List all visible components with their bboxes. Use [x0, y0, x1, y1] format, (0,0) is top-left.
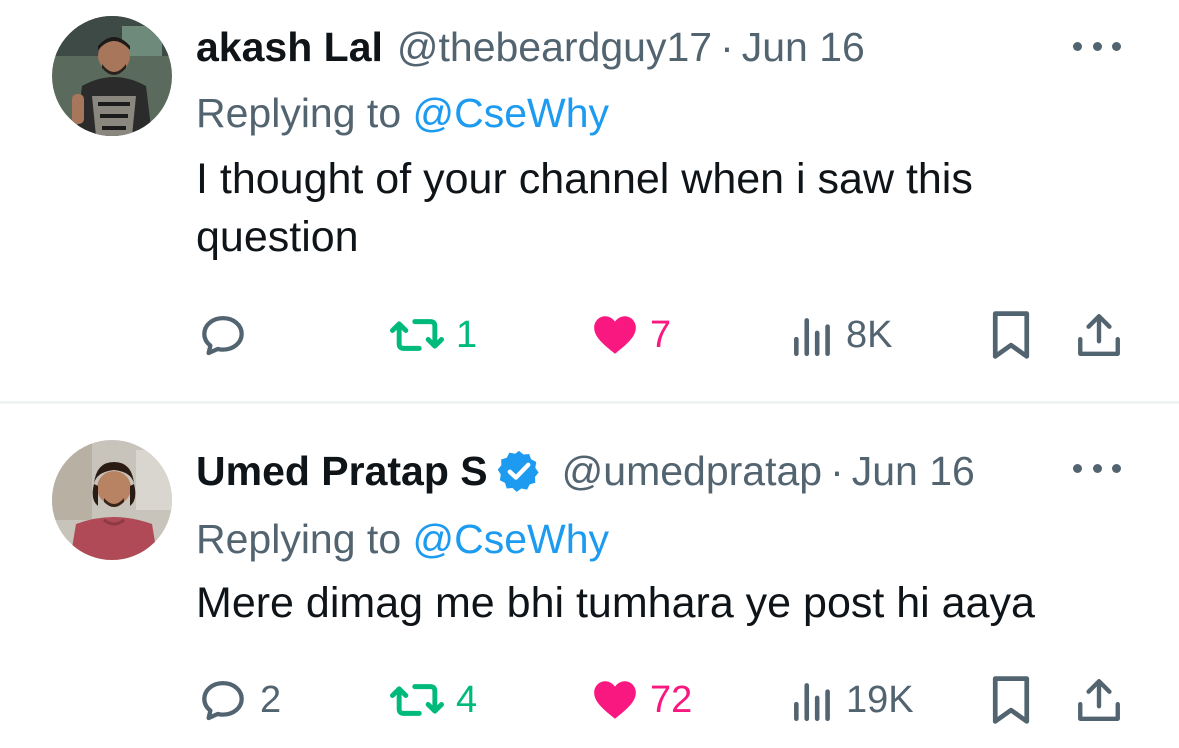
reply-card[interactable]: akash Lal @thebeardguy17 · Jun 16 Replyi…	[0, 0, 1179, 402]
like-button[interactable]: 72	[590, 670, 692, 730]
like-count: 7	[650, 313, 672, 356]
reply-button[interactable]	[196, 305, 260, 365]
views-button[interactable]: 19K	[790, 670, 914, 730]
avatar[interactable]	[52, 16, 172, 136]
display-name[interactable]: Umed Pratap S	[196, 444, 488, 498]
heart-icon	[594, 316, 636, 354]
retweet-count: 4	[456, 678, 478, 721]
reply-header: akash Lal @thebeardguy17 · Jun 16	[196, 20, 865, 74]
reply-header: Umed Pratap S @umedpratap · Jun 16	[196, 444, 975, 498]
timestamp[interactable]: Jun 16	[742, 20, 865, 74]
action-bar: 2 4 72 19K	[0, 670, 1179, 730]
separator: ·	[720, 24, 734, 70]
reply-card[interactable]: Umed Pratap S @umedpratap · Jun 16 Reply…	[0, 404, 1179, 748]
more-icon[interactable]	[1073, 458, 1121, 478]
like-count: 72	[650, 678, 693, 721]
retweet-button[interactable]: 1	[388, 305, 477, 365]
views-count: 19K	[846, 678, 914, 721]
share-button[interactable]	[1074, 670, 1124, 730]
bookmark-icon	[992, 676, 1030, 724]
tweet-text: Mere dimag me bhi tumhara ye post hi aay…	[196, 579, 1035, 627]
retweet-count: 1	[456, 313, 478, 356]
share-button[interactable]	[1074, 305, 1124, 365]
reply-icon	[202, 680, 244, 721]
separator: ·	[830, 448, 844, 494]
reply-icon	[202, 315, 244, 356]
replying-label: Replying to	[196, 90, 413, 136]
views-icon	[794, 318, 830, 357]
views-button[interactable]: 8K	[790, 305, 892, 365]
views-count: 8K	[846, 313, 893, 356]
bookmark-button[interactable]	[988, 305, 1034, 365]
retweet-icon	[390, 319, 444, 351]
user-handle[interactable]: @umedpratap	[562, 444, 822, 498]
share-icon	[1078, 314, 1120, 356]
verified-icon[interactable]	[496, 448, 542, 494]
share-icon	[1078, 679, 1120, 721]
like-button[interactable]: 7	[590, 305, 671, 365]
more-icon[interactable]	[1073, 36, 1121, 56]
replying-to: Replying to @CseWhy	[196, 86, 609, 140]
mention-link[interactable]: @CseWhy	[413, 90, 610, 136]
retweet-button[interactable]: 4	[388, 670, 477, 730]
avatar[interactable]	[52, 440, 172, 560]
tweet-text: I thought of your channel when i saw thi…	[196, 155, 973, 261]
bookmark-icon	[992, 311, 1030, 359]
reply-count: 2	[260, 678, 282, 721]
bookmark-button[interactable]	[988, 670, 1034, 730]
mention-link[interactable]: @CseWhy	[413, 516, 610, 562]
retweet-icon	[390, 684, 444, 716]
replying-label: Replying to	[196, 516, 413, 562]
reply-feed: akash Lal @thebeardguy17 · Jun 16 Replyi…	[0, 0, 1179, 748]
display-name[interactable]: akash Lal	[196, 20, 383, 74]
heart-icon	[594, 681, 636, 719]
replying-to: Replying to @CseWhy	[196, 512, 609, 566]
user-handle[interactable]: @thebeardguy17	[397, 20, 712, 74]
timestamp[interactable]: Jun 16	[852, 444, 975, 498]
reply-button[interactable]: 2	[196, 670, 281, 730]
views-icon	[794, 683, 830, 722]
action-bar: 1 7 8K	[0, 305, 1179, 365]
